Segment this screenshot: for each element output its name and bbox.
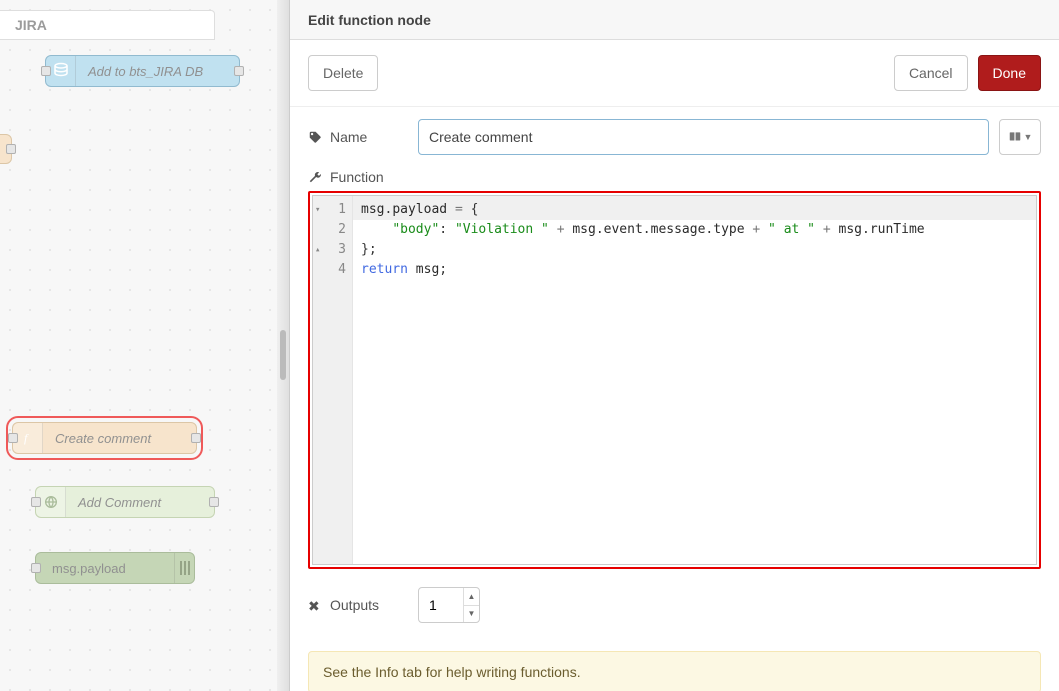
spinner-down-icon[interactable]: ▼ <box>464 606 479 623</box>
node-http[interactable]: Add Comment <box>35 486 215 518</box>
name-input[interactable] <box>418 119 989 155</box>
shuffle-icon: ✖ <box>308 598 322 612</box>
outputs-label: Outputs <box>330 597 379 613</box>
node-partial[interactable] <box>0 134 12 164</box>
node-port[interactable] <box>209 497 219 507</box>
node-port[interactable] <box>191 433 201 443</box>
name-row: Name ▼ <box>308 119 1041 155</box>
book-icon <box>1008 130 1022 144</box>
outputs-spinner[interactable]: ▲ ▼ <box>463 588 479 622</box>
svg-text:f: f <box>24 431 29 445</box>
info-hint: See the Info tab for help writing functi… <box>308 651 1041 691</box>
outputs-row: ✖ Outputs ▲ ▼ <box>308 587 1041 623</box>
debug-toggle-icon[interactable] <box>174 553 194 583</box>
node-http-label: Add Comment <box>66 495 173 510</box>
library-button[interactable]: ▼ <box>999 119 1041 155</box>
node-port[interactable] <box>6 144 16 154</box>
spinner-up-icon[interactable]: ▲ <box>464 588 479 606</box>
node-debug[interactable]: msg.payload <box>35 552 195 584</box>
cancel-button[interactable]: Cancel <box>894 55 968 91</box>
caret-down-icon: ▼ <box>1024 132 1033 142</box>
wrench-icon <box>308 170 322 184</box>
node-db-label: Add to bts_JIRA DB <box>76 64 215 79</box>
panel-actions: Delete Cancel Done <box>290 40 1059 107</box>
function-highlight: 1▾23▴4 msg.payload = { "body": "Violatio… <box>308 191 1041 569</box>
code-editor[interactable]: 1▾23▴4 msg.payload = { "body": "Violatio… <box>312 195 1037 565</box>
node-fn-label: Create comment <box>43 431 163 446</box>
edit-panel: Edit function node Delete Cancel Done Na… <box>290 0 1059 691</box>
flow-canvas[interactable]: JIRA Add to bts_JIRA DB f Create comment… <box>0 0 290 691</box>
node-port[interactable] <box>234 66 244 76</box>
node-debug-label: msg.payload <box>36 561 138 576</box>
panel-resize-handle[interactable] <box>280 330 286 380</box>
node-port[interactable] <box>8 433 18 443</box>
panel-title: Edit function node <box>290 0 1059 40</box>
tag-icon <box>308 130 322 144</box>
node-port[interactable] <box>31 497 41 507</box>
editor-gutter: 1▾23▴4 <box>313 196 353 564</box>
delete-button[interactable]: Delete <box>308 55 378 91</box>
node-port[interactable] <box>41 66 51 76</box>
editor-code[interactable]: msg.payload = { "body": "Violation " + m… <box>353 196 1036 564</box>
node-function-selected[interactable]: f Create comment <box>12 422 197 454</box>
workspace-tab[interactable]: JIRA <box>0 10 215 40</box>
name-label: Name <box>330 129 367 145</box>
function-label: Function <box>330 169 384 185</box>
done-button[interactable]: Done <box>978 55 1041 91</box>
node-db[interactable]: Add to bts_JIRA DB <box>45 55 240 87</box>
node-port[interactable] <box>31 563 41 573</box>
